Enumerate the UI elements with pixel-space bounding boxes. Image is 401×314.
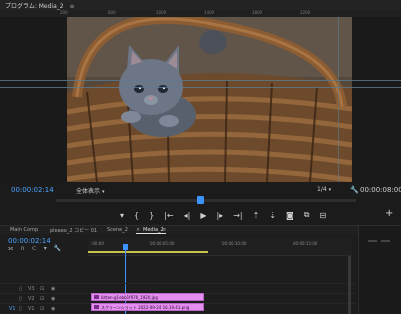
fx-badge-icon [94,295,99,299]
go-to-in-button[interactable]: |← [164,211,173,220]
monitor-title[interactable]: プログラム: Media_2 ≡ [5,1,75,10]
lift-button[interactable]: ⇡ [253,211,260,220]
lock-icon[interactable]: ⊡ [40,286,44,292]
fx-badge-icon [94,305,99,309]
nest-icon[interactable]: ⟗ [8,245,13,253]
audio-meter-channel [381,240,390,242]
wrench-icon[interactable]: 🔧 [350,186,359,194]
clip-screenshot[interactable]: スクリーンショット 2022-09-24 16.19.41.png [91,303,204,311]
audio-meter-channel [368,240,377,242]
fit-value: 全体表示 [76,188,101,195]
ruler-label: :00:00 [91,241,104,246]
playback-resolution-dropdown[interactable]: 1/4 ▾ [317,186,331,193]
playhead-handle[interactable] [197,196,204,204]
track-label: V3 [28,286,35,292]
scrub-bar[interactable] [56,199,356,202]
linked-selection-icon[interactable]: ⊂ [32,245,37,253]
ruler-label: 200 [60,10,68,15]
guide-line-horizontal[interactable] [0,87,401,88]
duration-timecode: 00:00:08:00 [360,186,401,194]
extract-button[interactable]: ⇣ [269,211,276,220]
export-frame-button[interactable]: ◙ [286,211,294,220]
ruler-label: 1400 [204,10,215,15]
tab-main-comp[interactable]: Main Comp [10,227,38,233]
wrench-icon[interactable]: 🔧 [54,245,61,253]
ruler-label: 600 [108,10,116,15]
proxy-toggle-button[interactable]: ⊟ [320,211,327,220]
audio-meter-panel [358,226,401,314]
guide-line-horizontal[interactable] [0,80,401,81]
add-button[interactable]: + [385,208,393,219]
lock-icon[interactable]: ⊡ [40,296,44,302]
add-marker-button[interactable]: ▾ [120,211,124,220]
snap-icon[interactable]: ∩ [20,245,24,253]
step-forward-button[interactable]: |▸ [216,211,223,220]
eye-icon[interactable]: ◉ [51,286,55,292]
tab-scene-2[interactable]: Scene_2 [107,227,128,233]
ruler-label: 2200 [300,10,311,15]
go-to-out-button[interactable]: →| [233,211,242,220]
transport-controls: ▾ { } |← ◂| ▶ |▸ →| ⇡ ⇣ ◙ ⧉ ⊟ [120,209,326,221]
track-label: V2 [28,296,35,302]
fit-dropdown[interactable]: 全体表示 ▾ [76,186,104,195]
track-target-icon[interactable]: ▯ [19,296,22,302]
track-target-icon[interactable]: ▯ [19,306,22,312]
track-target-icon[interactable]: ▯ [19,286,22,292]
tab-pleaeo-copy[interactable]: pleaeo_2 コピー 01 [50,227,97,234]
kitten-image [67,17,352,182]
comparison-view-button[interactable]: ⧉ [304,210,310,220]
guide-line-vertical[interactable] [338,17,339,182]
timeline-timecode[interactable]: 00:00:02:14 [8,237,51,245]
resolution-value: 1/4 [317,186,327,193]
video-frame[interactable] [67,17,352,182]
current-timecode[interactable]: 00:00:02:14 [11,186,54,194]
ruler-label: 00:00:10:00 [222,241,247,246]
clip-name: kitten-g1ebb1f976_1920.jpg [101,295,158,300]
chevron-down-icon: ▾ [101,189,105,195]
ruler-label: 00:00:05:00 [150,241,175,246]
ruler-label: 1000 [156,10,167,15]
eye-icon[interactable]: ◉ [51,306,55,312]
timeline-tools: ⟗ ∩ ⊂ ▾ 🔧 [8,245,61,253]
track-label: V1 [28,306,35,312]
source-patch[interactable]: V1 [9,306,16,312]
step-back-button[interactable]: ◂| [184,211,191,220]
clip-kitten-image[interactable]: kitten-g1ebb1f976_1920.jpg [91,293,204,301]
monitor-title-text: プログラム: Media_2 [5,3,64,10]
mark-out-button[interactable]: } [149,211,154,220]
mark-in-button[interactable]: { [134,211,139,220]
clip-name: スクリーンショット 2022-09-24 16.19.41.png [101,305,190,310]
add-marker-icon[interactable]: ▾ [44,245,47,253]
timeline-scrollbar-thumb[interactable] [348,256,351,314]
chevron-down-icon: ▾ [328,187,332,193]
hamburger-icon[interactable]: ≡ [70,3,75,10]
ruler-label: 00:00:15:00 [293,241,318,246]
work-area-bar[interactable] [88,251,208,253]
lock-icon[interactable]: ⊡ [40,306,44,312]
play-button[interactable]: ▶ [200,211,206,220]
eye-icon[interactable]: ◉ [51,296,55,302]
ruler-label: 1800 [252,10,263,15]
